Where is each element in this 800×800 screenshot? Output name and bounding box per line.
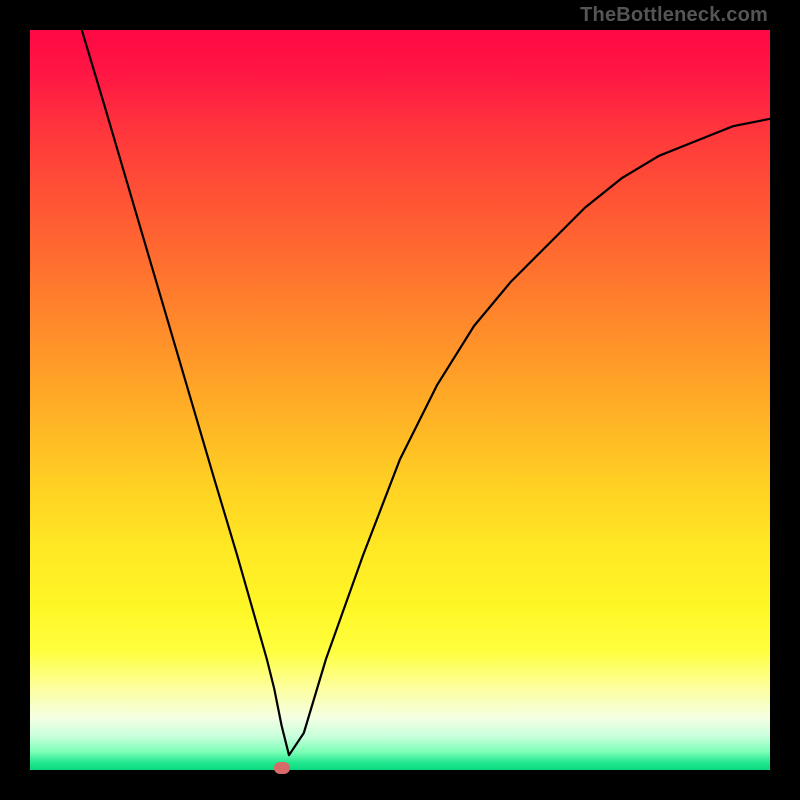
bottleneck-curve	[82, 30, 770, 755]
minimum-marker	[274, 762, 290, 774]
attribution-text: TheBottleneck.com	[580, 4, 768, 27]
curve-svg	[30, 30, 770, 770]
chart-frame: TheBottleneck.com	[0, 0, 800, 800]
plot-area	[30, 30, 770, 770]
